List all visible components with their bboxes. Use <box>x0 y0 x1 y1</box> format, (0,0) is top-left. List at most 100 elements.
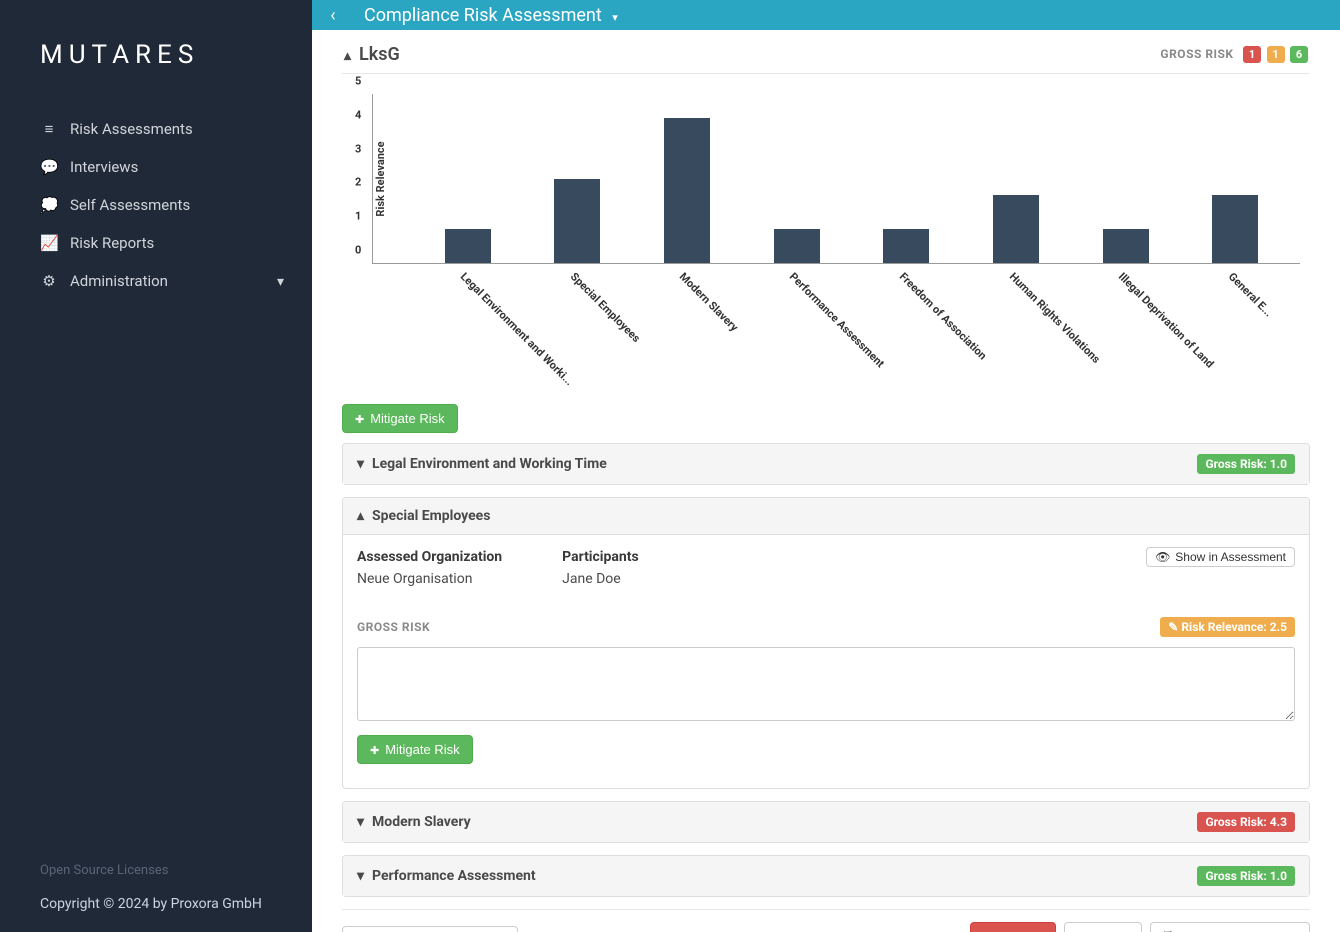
panel-title-text: Legal Environment and Working Time <box>372 456 607 472</box>
chevron-up-icon <box>344 44 351 65</box>
sidebar-item-administration[interactable]: ⚙ Administration <box>0 262 312 300</box>
participants-block: Participants Jane Doe <box>562 549 639 587</box>
panel-body: Assessed Organization Neue Organisation … <box>343 535 1309 788</box>
bar[interactable] <box>883 229 929 263</box>
button-label: Mitigate Risk <box>370 411 444 426</box>
panel-title-text: Special Employees <box>372 508 490 524</box>
mitigate-risk-button[interactable]: Mitigate Risk <box>357 735 473 764</box>
plus-icon <box>355 411 364 426</box>
panel-legal-environment: Legal Environment and Working Time Gross… <box>342 443 1310 485</box>
content: LksG GROSS RISK 1 1 6 Risk Relevance 012… <box>312 30 1340 932</box>
risk-relevance-badge[interactable]: ✎ Risk Relevance: 2.5 <box>1160 617 1295 637</box>
list-icon: ≡ <box>40 120 58 138</box>
bar[interactable] <box>774 229 820 263</box>
sidebar-item-label: Risk Assessments <box>70 120 193 138</box>
y-tick: 0 <box>355 244 361 257</box>
bar-slot <box>523 179 633 264</box>
field-label: Assessed Organization <box>357 549 502 565</box>
page-title: Compliance Risk Assessment <box>364 5 602 26</box>
chat-icon: 💬 <box>40 158 58 176</box>
sidebar-footer: Open Source Licenses Copyright © 2024 by… <box>0 847 312 932</box>
caret-down-icon: ▾ <box>612 11 618 24</box>
sidebar-item-interviews[interactable]: 💬 Interviews <box>0 148 312 186</box>
panel-header[interactable]: Special Employees <box>343 498 1309 535</box>
panel-modern-slavery: Modern Slavery Gross Risk: 4.3 <box>342 801 1310 843</box>
sidebar-item-label: Administration <box>70 272 168 290</box>
gross-risk-badge: Gross Risk: 1.0 <box>1197 454 1295 474</box>
finish-button[interactable]: ⚑ Finish <box>1064 922 1142 932</box>
y-tick: 5 <box>355 75 361 88</box>
gross-risk-label: GROSS RISK <box>1160 47 1233 61</box>
gross-risk-badge: Gross Risk: 1.0 <box>1197 866 1295 886</box>
button-label: Mitigate Risk <box>385 742 459 757</box>
panel-header[interactable]: Legal Environment and Working Time Gross… <box>343 444 1309 484</box>
bar[interactable] <box>445 229 491 263</box>
brand-logo: MUTARES <box>0 0 312 100</box>
sidebar-item-label: Self Assessments <box>70 196 190 214</box>
chart-icon: 📈 <box>40 234 58 252</box>
chevron-down-icon <box>357 814 364 830</box>
bar-slot <box>742 229 852 263</box>
chevron-up-icon <box>357 508 364 524</box>
bar[interactable] <box>554 179 600 264</box>
sidebar-item-label: Interviews <box>70 158 138 176</box>
topbar: ‹ Compliance Risk Assessment ▾ <box>312 0 1340 30</box>
gross-risk-summary: GROSS RISK 1 1 6 <box>1160 46 1308 63</box>
copyright: Copyright © 2024 by Proxora GmbH <box>40 896 272 912</box>
show-in-assessment-button[interactable]: 👁 Show in Assessment <box>1146 547 1295 567</box>
field-value: Jane Doe <box>562 571 639 587</box>
sidebar: MUTARES ≡ Risk Assessments 💬 Interviews … <box>0 0 312 932</box>
page-title-dropdown[interactable]: Compliance Risk Assessment ▾ <box>364 5 618 26</box>
bar[interactable] <box>1103 229 1149 263</box>
gross-risk-textarea[interactable] <box>357 647 1295 721</box>
gross-badge-green: 6 <box>1290 46 1308 63</box>
field-label: Participants <box>562 549 639 565</box>
show-status-overview-button[interactable]: ← Show Status Overview <box>342 926 518 932</box>
delete-button[interactable]: 🗑 Delete <box>970 922 1056 932</box>
y-tick: 4 <box>355 108 361 121</box>
chevron-down-icon <box>357 868 364 884</box>
section-title: LksG <box>359 44 400 65</box>
gross-risk-badge: Gross Risk: 4.3 <box>1197 812 1295 832</box>
bar[interactable] <box>993 195 1039 263</box>
bar[interactable] <box>1212 195 1258 263</box>
chevron-down-icon <box>357 456 364 472</box>
gear-icon: ⚙ <box>40 272 58 290</box>
bar-chart: Risk Relevance 012345 <box>372 94 1300 264</box>
x-tick: Performance Assessment <box>741 264 851 394</box>
sidebar-item-risk-assessments[interactable]: ≡ Risk Assessments <box>0 110 312 148</box>
gross-badge-orange: 1 <box>1267 46 1285 63</box>
button-label: Show in Assessment <box>1175 550 1286 564</box>
x-tick: Legal Environment and Worki... <box>412 264 522 394</box>
panel-header[interactable]: Performance Assessment Gross Risk: 1.0 <box>343 856 1309 896</box>
bar-slot <box>852 229 962 263</box>
section-header: LksG GROSS RISK 1 1 6 <box>342 38 1310 74</box>
edit-icon: ✎ <box>1168 620 1178 634</box>
sidebar-item-label: Risk Reports <box>70 234 154 252</box>
panel-header[interactable]: Modern Slavery Gross Risk: 4.3 <box>343 802 1309 842</box>
main: ‹ Compliance Risk Assessment ▾ LksG GROS… <box>312 0 1340 932</box>
bar-slot <box>1071 229 1181 263</box>
assessed-org-block: Assessed Organization Neue Organisation <box>357 549 502 587</box>
y-tick: 1 <box>355 210 361 223</box>
bar-slot <box>961 195 1071 263</box>
sidebar-item-self-assessments[interactable]: 💭 Self Assessments <box>0 186 312 224</box>
x-axis-labels: Legal Environment and Worki...Special Em… <box>412 264 1290 394</box>
open-source-link[interactable]: Open Source Licenses <box>40 863 272 878</box>
sidebar-item-risk-reports[interactable]: 📈 Risk Reports <box>0 224 312 262</box>
x-tick: Special Employees <box>522 264 632 394</box>
x-tick: Modern Slavery <box>632 264 742 394</box>
mitigate-risk-button[interactable]: Mitigate Risk <box>342 404 458 433</box>
x-tick: General E... <box>1180 264 1290 394</box>
chart-container: Risk Relevance 012345 Legal Environment … <box>342 84 1310 394</box>
panel-title-text: Modern Slavery <box>372 814 471 830</box>
bar-slot <box>413 229 523 263</box>
gross-risk-label: GROSS RISK <box>357 620 430 634</box>
section-toggle[interactable]: LksG <box>344 44 400 65</box>
bar-slot <box>632 118 742 263</box>
chevron-down-icon <box>277 272 284 290</box>
back-icon[interactable]: ‹ <box>322 5 344 26</box>
bar[interactable] <box>664 118 710 263</box>
generate-document-button[interactable]: 🗎 Generate Document <box>1150 922 1310 932</box>
panel-performance-assessment: Performance Assessment Gross Risk: 1.0 <box>342 855 1310 897</box>
